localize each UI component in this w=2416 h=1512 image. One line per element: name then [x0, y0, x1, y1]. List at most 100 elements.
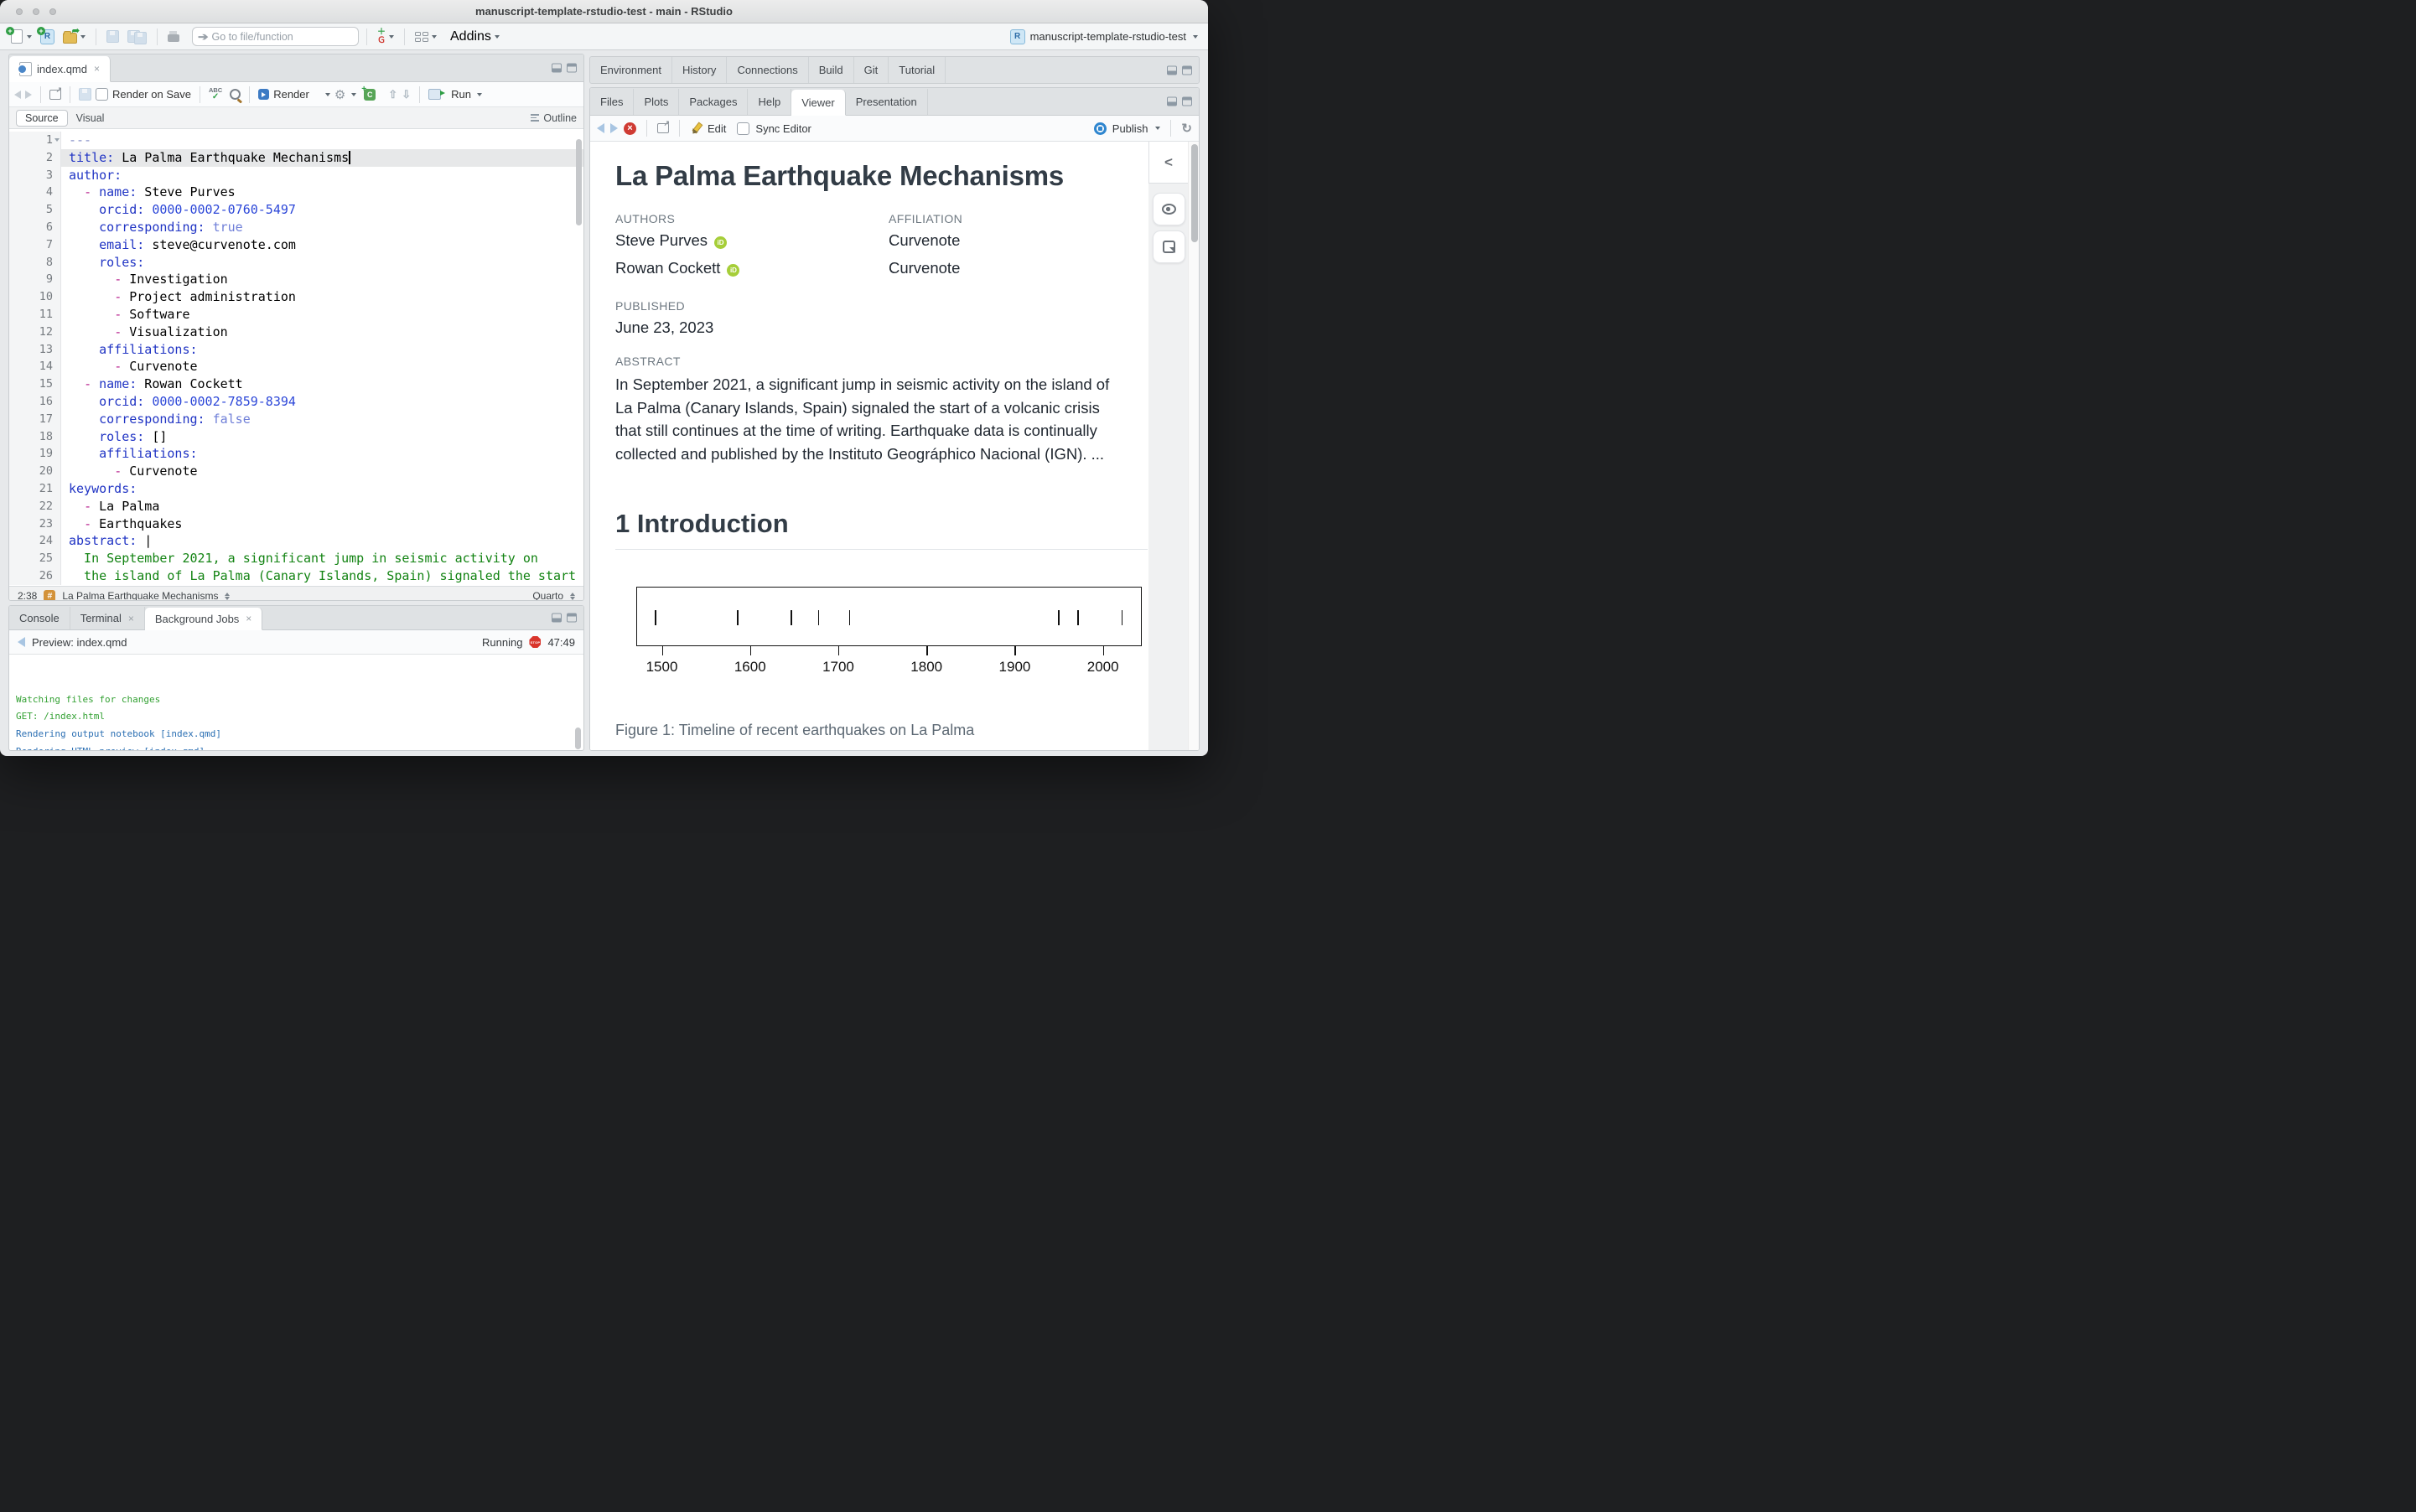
go-prev-section-icon[interactable]: ⇧: [388, 88, 397, 101]
source-toggle[interactable]: Source: [16, 110, 68, 127]
maximize-pane-icon[interactable]: [567, 64, 577, 73]
jobs-output[interactable]: Watching files for changesGET: /index.ht…: [9, 655, 583, 751]
orcid-icon[interactable]: iD: [727, 264, 739, 277]
gear-icon[interactable]: ⚙: [334, 87, 345, 102]
tab-console[interactable]: Console: [9, 607, 70, 629]
vcs-button[interactable]: ＋Ｇ: [375, 27, 397, 47]
goto-file-input[interactable]: ➔ Go to file/function: [192, 27, 359, 46]
pane-layout-button[interactable]: [412, 30, 439, 44]
maximize-pane-icon[interactable]: [1182, 97, 1192, 106]
publish-button[interactable]: Publish: [1112, 122, 1148, 135]
render-label[interactable]: Render: [273, 88, 309, 101]
tab-viewer[interactable]: Viewer: [791, 90, 846, 116]
file-type-label[interactable]: Quarto: [532, 590, 563, 601]
close-tab-icon[interactable]: ×: [94, 63, 100, 75]
code-line[interactable]: 4 - name: Steve Purves: [9, 184, 583, 201]
new-project-button[interactable]: R+: [38, 28, 57, 45]
section-updown-icon[interactable]: [225, 593, 230, 600]
sync-editor-checkbox[interactable]: [737, 122, 749, 135]
code-line[interactable]: 23 - Earthquakes: [9, 515, 583, 533]
print-button[interactable]: [165, 29, 182, 44]
close-terminal-icon[interactable]: ×: [128, 613, 134, 624]
minimize-pane-icon[interactable]: [552, 614, 562, 623]
find-replace-icon[interactable]: [230, 89, 241, 100]
go-next-section-icon[interactable]: ⇩: [402, 88, 411, 101]
tab-background-jobs[interactable]: Background Jobs×: [145, 608, 262, 630]
code-line[interactable]: 21keywords:: [9, 480, 583, 498]
tab-files[interactable]: Files: [590, 89, 634, 115]
tab-index-qmd[interactable]: index.qmd ×: [9, 56, 111, 82]
code-line[interactable]: 10 - Project administration: [9, 288, 583, 306]
tab-packages[interactable]: Packages: [679, 89, 748, 115]
viewer-stop-icon[interactable]: ×: [624, 122, 636, 135]
popout-icon[interactable]: [49, 90, 61, 100]
code-editor[interactable]: 1---2title: La Palma Earthquake Mechanis…: [9, 129, 583, 586]
edit-button[interactable]: Edit: [708, 122, 726, 135]
code-line[interactable]: 6 corresponding: true: [9, 219, 583, 236]
viewer-forward-icon[interactable]: [610, 123, 618, 133]
code-line[interactable]: 18 roles: []: [9, 428, 583, 446]
code-line[interactable]: 2title: La Palma Earthquake Mechanisms: [9, 149, 583, 167]
code-line[interactable]: 20 - Curvenote: [9, 463, 583, 480]
code-line[interactable]: 19 affiliations:: [9, 445, 583, 463]
minimize-pane-icon[interactable]: [552, 64, 562, 73]
render-on-save-checkbox[interactable]: [96, 88, 108, 101]
run-label[interactable]: Run: [451, 88, 471, 101]
insert-chunk-icon[interactable]: C: [364, 89, 376, 101]
tab-environment[interactable]: Environment: [590, 57, 672, 83]
minimize-pane-icon[interactable]: [1167, 65, 1177, 75]
tab-git[interactable]: Git: [854, 57, 889, 83]
console-scrollbar[interactable]: [575, 728, 581, 749]
jobs-back-icon[interactable]: [18, 637, 25, 647]
forward-icon[interactable]: [25, 91, 32, 99]
spellcheck-icon[interactable]: ABC✓: [209, 87, 222, 101]
stop-job-icon[interactable]: STOP: [529, 636, 541, 648]
save-file-icon[interactable]: [79, 88, 91, 101]
code-line[interactable]: 9 - Investigation: [9, 271, 583, 288]
render-icon[interactable]: [258, 89, 269, 100]
code-line[interactable]: 12 - Visualization: [9, 324, 583, 341]
publish-dropdown[interactable]: [1155, 127, 1160, 130]
filetype-updown-icon[interactable]: [570, 593, 575, 600]
code-line[interactable]: 26 the island of La Palma (Canary Island…: [9, 567, 583, 585]
code-line[interactable]: 8 roles:: [9, 254, 583, 272]
code-line[interactable]: 22 - La Palma: [9, 498, 583, 515]
viewer-back-icon[interactable]: [597, 123, 604, 133]
code-line[interactable]: 24abstract: |: [9, 532, 583, 550]
code-line[interactable]: 11 - Software: [9, 306, 583, 324]
tab-tutorial[interactable]: Tutorial: [889, 57, 946, 83]
code-line[interactable]: 1---: [9, 132, 583, 149]
code-line[interactable]: 7 email: steve@curvenote.com: [9, 236, 583, 254]
code-line[interactable]: 3author:: [9, 167, 583, 184]
code-line[interactable]: 13 affiliations:: [9, 341, 583, 359]
tab-terminal[interactable]: Terminal×: [70, 607, 145, 629]
tab-help[interactable]: Help: [748, 89, 791, 115]
save-all-button[interactable]: [125, 27, 149, 46]
addins-menu[interactable]: Addins: [448, 28, 502, 46]
code-line[interactable]: 14 - Curvenote: [9, 358, 583, 375]
collapse-panel-button[interactable]: <: [1148, 142, 1188, 184]
visual-toggle[interactable]: Visual: [68, 111, 113, 126]
code-line[interactable]: 15 - name: Rowan Cockett: [9, 375, 583, 393]
tab-connections[interactable]: Connections: [727, 57, 808, 83]
tab-history[interactable]: History: [672, 57, 727, 83]
run-icon[interactable]: [428, 89, 441, 100]
outline-button[interactable]: Outline: [531, 112, 577, 124]
minimize-pane-icon[interactable]: [1167, 97, 1177, 106]
viewer-popout-icon[interactable]: [657, 123, 669, 133]
viewer-scrollbar[interactable]: [1188, 142, 1200, 751]
code-line[interactable]: 25 In September 2021, a significant jump…: [9, 550, 583, 567]
code-line[interactable]: 5 orcid: 0000-0002-0760-5497: [9, 201, 583, 219]
code-line[interactable]: 16 orcid: 0000-0002-7859-8394: [9, 393, 583, 411]
project-menu[interactable]: R manuscript-template-rstudio-test: [1010, 29, 1201, 44]
tab-build[interactable]: Build: [809, 57, 854, 83]
orcid-icon[interactable]: iD: [714, 236, 727, 249]
new-file-button[interactable]: +: [7, 28, 34, 45]
maximize-pane-icon[interactable]: [567, 614, 577, 623]
maximize-pane-icon[interactable]: [1182, 65, 1192, 75]
section-jump[interactable]: La Palma Earthquake Mechanisms: [62, 590, 218, 601]
options-dropdown[interactable]: [351, 93, 356, 96]
close-jobs-icon[interactable]: ×: [246, 613, 251, 624]
run-dropdown[interactable]: [477, 93, 482, 96]
save-button[interactable]: [104, 28, 122, 44]
